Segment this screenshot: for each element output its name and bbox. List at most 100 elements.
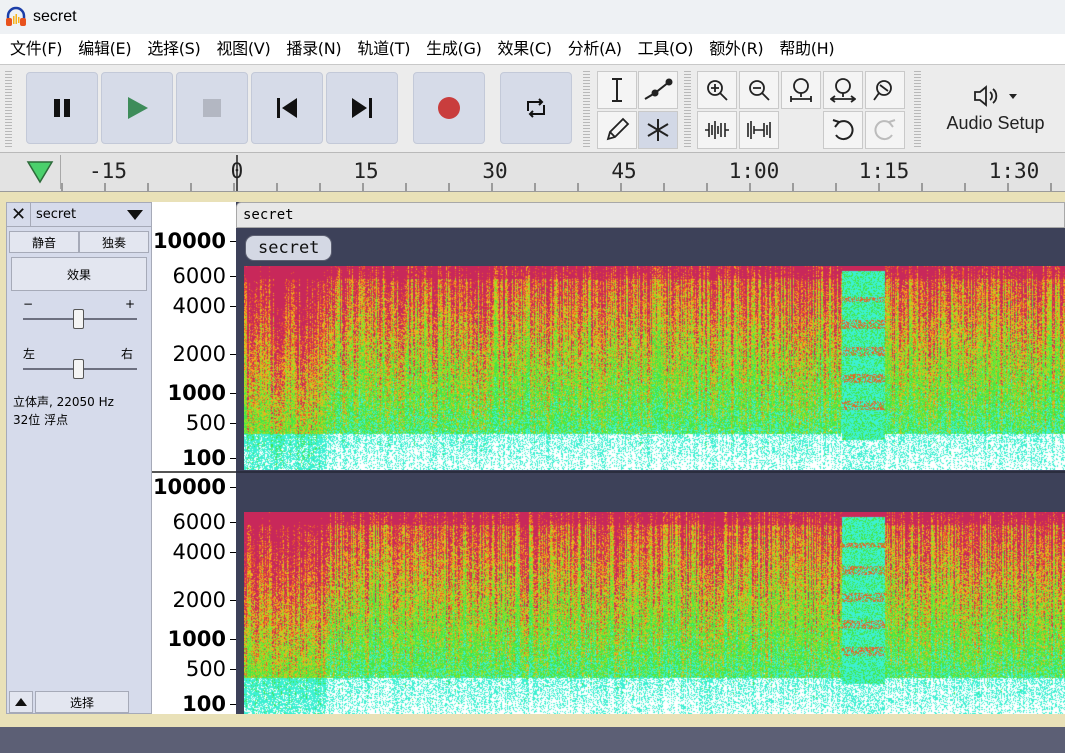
- playhead-triangle-icon: [26, 161, 54, 184]
- fit-project-icon: [830, 78, 856, 103]
- frequency-label: 2000: [172, 342, 226, 366]
- spectrogram-left-channel[interactable]: [244, 266, 1065, 470]
- pan-slider[interactable]: [23, 357, 137, 381]
- tick-label: -15: [89, 159, 127, 183]
- frequency-label: 6000: [172, 264, 226, 288]
- skip-to-end-button[interactable]: [326, 72, 398, 144]
- timeline-ruler[interactable]: -15 0 15 30 45 1:00 1:15 1:30: [0, 152, 1065, 192]
- frequency-label: 100: [182, 692, 226, 716]
- menu-view[interactable]: 视图(V): [208, 34, 278, 64]
- speaker-icon: [973, 84, 997, 107]
- mute-button[interactable]: 静音: [9, 231, 79, 253]
- tick-label: 0: [230, 159, 244, 183]
- play-icon: [128, 97, 148, 119]
- zoom-out-button[interactable]: [739, 71, 779, 109]
- toolbar-grip-3[interactable]: [684, 71, 691, 147]
- envelope-tool[interactable]: [638, 71, 678, 109]
- menu-edit[interactable]: 编辑(E): [70, 34, 139, 64]
- zoom-toggle-icon: [873, 80, 892, 101]
- skip-to-start-button[interactable]: [251, 72, 323, 144]
- channel-separator: [236, 471, 1065, 473]
- pan-slider-thumb[interactable]: [73, 359, 84, 379]
- effects-button[interactable]: 效果: [11, 257, 147, 291]
- format-info-bits: 32位 浮点: [13, 413, 69, 427]
- loop-button[interactable]: [500, 72, 572, 144]
- toolbar-grip-4[interactable]: [914, 71, 921, 147]
- dropdown-arrow-icon: [1008, 93, 1017, 99]
- toolbar-grip-2[interactable]: [583, 71, 590, 147]
- frequency-label: 1000: [167, 627, 226, 651]
- select-track-button[interactable]: 选择: [35, 691, 129, 713]
- trim-outside-icon: [705, 121, 729, 139]
- menu-file[interactable]: 文件(F): [2, 34, 70, 64]
- title-bar: secret: [0, 0, 1065, 34]
- menu-effect[interactable]: 效果(C): [490, 34, 560, 64]
- toolbar-grip[interactable]: [5, 71, 12, 147]
- pause-icon: [54, 99, 70, 117]
- mute-label: 静音: [31, 235, 56, 250]
- track-name-menu[interactable]: secret: [31, 207, 125, 222]
- solo-button[interactable]: 独奏: [79, 231, 149, 253]
- track-control-panel: ✕ secret 静音 独奏 效果 − + 左 右 立体声, 22050 Hz …: [6, 202, 152, 714]
- clip-name-label[interactable]: secret: [245, 235, 333, 261]
- frequency-label: 4000: [172, 294, 226, 318]
- trim-outside-button[interactable]: [697, 111, 737, 149]
- menu-tools[interactable]: 工具(O): [630, 34, 702, 64]
- close-track-icon[interactable]: ✕: [7, 202, 31, 227]
- scale-bottom: 10000 6000 4000 2000 1000 500 100: [152, 474, 236, 716]
- status-area: [0, 727, 1065, 753]
- tick-label: 45: [611, 159, 637, 183]
- menu-generate[interactable]: 生成(G): [418, 34, 489, 64]
- undo-button[interactable]: [823, 111, 863, 149]
- fit-project-button[interactable]: [823, 71, 863, 109]
- play-button[interactable]: [101, 72, 173, 144]
- stop-button[interactable]: [176, 72, 248, 144]
- fit-selection-icon: [790, 78, 812, 102]
- collapse-arrow-icon: [15, 698, 27, 706]
- gain-slider-thumb[interactable]: [73, 309, 84, 329]
- spectrogram-right-channel[interactable]: [244, 512, 1065, 714]
- menu-tracks[interactable]: 轨道(T): [349, 34, 418, 64]
- ruler-timeline-band: [62, 153, 1065, 191]
- frequency-label: 10000: [152, 229, 226, 253]
- solo-label: 独奏: [101, 235, 126, 250]
- multi-tool[interactable]: [638, 111, 678, 149]
- play-head-marker[interactable]: [17, 155, 61, 189]
- draw-tool[interactable]: [597, 111, 637, 149]
- fit-selection-button[interactable]: [781, 71, 821, 109]
- record-icon: [438, 97, 460, 119]
- select-label: 选择: [69, 695, 94, 710]
- clip-title-bar[interactable]: secret: [236, 202, 1065, 228]
- gain-slider[interactable]: [23, 307, 137, 331]
- menu-select[interactable]: 选择(S): [139, 34, 208, 64]
- menu-analyze[interactable]: 分析(A): [560, 34, 630, 64]
- audio-setup-button[interactable]: Audio Setup: [926, 65, 1065, 151]
- record-button[interactable]: [413, 72, 485, 144]
- pause-button[interactable]: [26, 72, 98, 144]
- collapse-track-button[interactable]: [9, 691, 33, 713]
- track-menu-dropdown-icon[interactable]: [125, 208, 145, 222]
- frequency-scale[interactable]: 10000 6000 4000 2000 1000 500 100 10000 6000 400…: [152, 202, 236, 716]
- frequency-label: 6000: [172, 510, 226, 534]
- toolbar: Audio Setup: [0, 64, 1065, 152]
- tick-label: 30: [482, 159, 508, 183]
- scale-divider: [152, 471, 236, 473]
- clip-area[interactable]: secret secret: [236, 202, 1065, 714]
- window-title: secret: [33, 8, 77, 25]
- skip-to-end-icon: [352, 98, 372, 118]
- selection-tool[interactable]: [597, 71, 637, 109]
- menu-extra[interactable]: 额外(R): [701, 34, 771, 64]
- frequency-label: 500: [185, 657, 226, 681]
- zoom-toggle-button[interactable]: [865, 71, 905, 109]
- redo-button[interactable]: [865, 111, 905, 149]
- zoom-in-button[interactable]: [697, 71, 737, 109]
- audacity-headphones-icon: [5, 6, 27, 28]
- silence-selection-button[interactable]: [739, 111, 779, 149]
- draw-tool-icon: [606, 117, 630, 141]
- menu-help[interactable]: 帮助(H): [771, 34, 842, 64]
- menu-transport[interactable]: 播录(N): [278, 34, 349, 64]
- undo-icon: [832, 119, 854, 141]
- frequency-label: 10000: [152, 475, 226, 499]
- audio-setup-label: Audio Setup: [946, 112, 1045, 133]
- format-info-rate: 立体声, 22050 Hz: [13, 395, 114, 409]
